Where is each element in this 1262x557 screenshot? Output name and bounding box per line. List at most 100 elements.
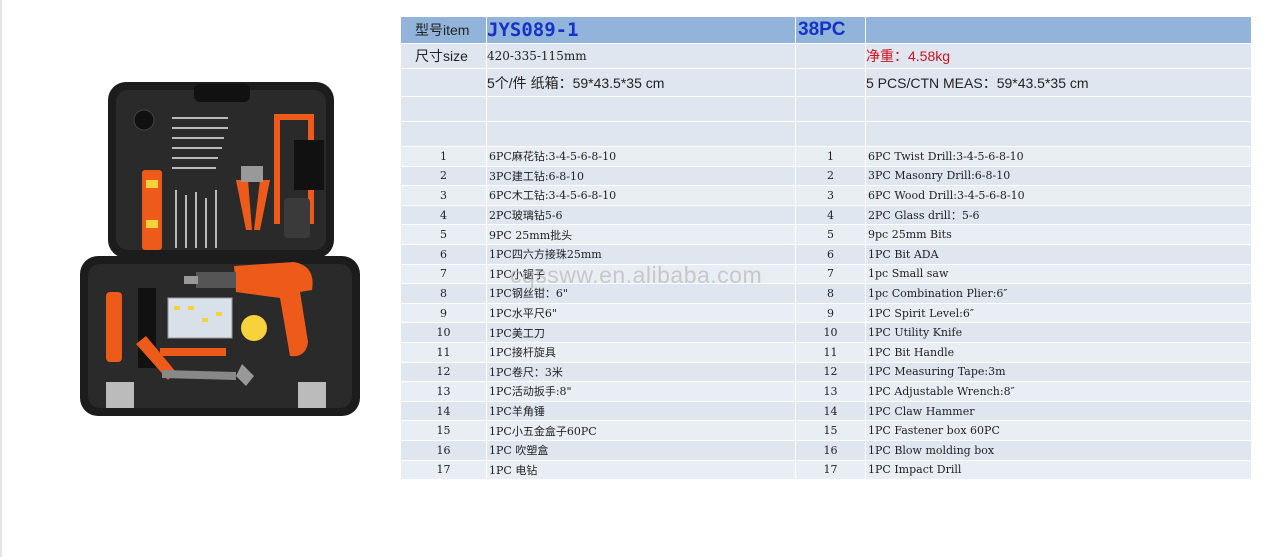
size-label: 尺寸size	[400, 43, 487, 69]
item-number-cn: 6	[400, 243, 487, 265]
item-number-en: 10	[795, 322, 866, 343]
item-number-cn: 15	[400, 420, 487, 441]
item-desc-en: 1PC Claw Hammer	[865, 400, 1252, 422]
item-label: 型号item	[400, 16, 487, 44]
item-desc-cn: 6PC木工钻:3-4-5-6-8-10	[486, 185, 796, 206]
item-desc-en: 1PC Bit ADA	[865, 243, 1252, 265]
item-desc-en: 6PC Wood Drill:3-4-5-6-8-10	[865, 185, 1252, 206]
item-number-en: 13	[795, 381, 866, 402]
item-desc-en: 3PC Masonry Drill:6-8-10	[865, 165, 1252, 187]
item-number-en: 7	[795, 263, 866, 285]
item-number-cn: 13	[400, 381, 487, 402]
item-number-en: 6	[795, 243, 866, 265]
item-desc-en: 1PC Impact Drill	[865, 459, 1252, 481]
table-row: 2 3PC建工钻:6-8-10 2 3PC Masonry Drill:6-8-10	[400, 165, 1252, 187]
item-number-cn: 11	[400, 341, 487, 363]
item-desc-cn: 3PC建工钻:6-8-10	[486, 165, 796, 187]
table-row: 15 1PC小五金盒子60PC 15 1PC Fastener box 60PC	[400, 420, 1252, 441]
item-desc-en: 1PC Blow molding box	[865, 439, 1252, 461]
packing-cn: 5个/件 纸箱：59*43.5*35 cm	[486, 68, 796, 97]
table-row: 12 1PC卷尺：3米 12 1PC Measuring Tape:3m	[400, 361, 1252, 383]
item-desc-cn: 1PC小五金盒子60PC	[486, 420, 796, 441]
packing-empty-cell-2	[795, 68, 866, 97]
item-desc-cn: 1PC水平尺6"	[486, 302, 796, 324]
item-number-cn: 1	[400, 146, 487, 167]
item-desc-en: 1PC Measuring Tape:3m	[865, 361, 1252, 383]
packing-empty-cell	[400, 68, 487, 97]
item-desc-en: 1PC Utility Knife	[865, 322, 1252, 343]
item-number-en: 1	[795, 146, 866, 167]
item-number-en: 9	[795, 302, 866, 324]
model-number: JYS089-1	[486, 16, 796, 44]
item-desc-cn: 1PC接杆旋具	[486, 341, 796, 363]
item-number-en: 4	[795, 204, 866, 226]
table-row: 4 2PC玻璃钻5-6 4 2PC Glass drill：5-6	[400, 204, 1252, 226]
item-desc-en: 1PC Fastener box 60PC	[865, 420, 1252, 441]
table-row: 10 1PC美工刀 10 1PC Utility Knife	[400, 322, 1252, 343]
piece-count: 38PC	[795, 16, 866, 44]
item-number-en: 16	[795, 439, 866, 461]
blank-row	[400, 96, 1252, 122]
item-number-cn: 10	[400, 322, 487, 343]
packing-row: 5个/件 纸箱：59*43.5*35 cm 5 PCS/CTN MEAS：59*…	[400, 68, 1252, 97]
spec-table: 型号item JYS089-1 38PC 尺寸size 420-335-115m…	[400, 16, 1252, 481]
table-row: 1 6PC麻花钻:3-4-5-6-8-10 1 6PC Twist Drill:3-4…	[400, 146, 1252, 167]
item-number-en: 14	[795, 400, 866, 422]
item-number-en: 17	[795, 459, 866, 481]
item-desc-cn: 1PC羊角锤	[486, 400, 796, 422]
item-number-en: 5	[795, 224, 866, 245]
item-desc-en: 6PC Twist Drill:3-4-5-6-8-10	[865, 146, 1252, 167]
header-row: 型号item JYS089-1 38PC	[400, 16, 1252, 44]
table-row: 16 1PC 吹塑盒 16 1PC Blow molding box	[400, 439, 1252, 461]
item-desc-cn: 1PC活动扳手:8"	[486, 381, 796, 402]
header-empty-cell	[865, 16, 1252, 44]
item-number-cn: 16	[400, 439, 487, 461]
item-number-en: 3	[795, 185, 866, 206]
item-number-cn: 9	[400, 302, 487, 324]
item-number-en: 8	[795, 283, 866, 304]
item-desc-en: 1PC Spirit Level:6″	[865, 302, 1252, 324]
item-number-en: 12	[795, 361, 866, 383]
size-value: 420-335-115mm	[486, 43, 796, 69]
item-desc-cn: 2PC玻璃钻5-6	[486, 204, 796, 226]
item-desc-cn: 1PC 吹塑盒	[486, 439, 796, 461]
item-desc-cn: 1PC美工刀	[486, 322, 796, 343]
table-row: 14 1PC羊角锤 14 1PC Claw Hammer	[400, 400, 1252, 422]
item-number-cn: 4	[400, 204, 487, 226]
items-list: 1 6PC麻花钻:3-4-5-6-8-10 1 6PC Twist Drill:3-4…	[400, 146, 1252, 481]
table-row: 3 6PC木工钻:3-4-5-6-8-10 3 6PC Wood Drill:3-4-…	[400, 185, 1252, 206]
left-border	[0, 0, 2, 557]
table-row: 9 1PC水平尺6" 9 1PC Spirit Level:6″	[400, 302, 1252, 324]
item-desc-cn: 9PC 25mm批头	[486, 224, 796, 245]
table-row: 13 1PC活动扳手:8" 13 1PC Adjustable Wrench:8″	[400, 381, 1252, 402]
item-number-cn: 14	[400, 400, 487, 422]
table-row: 5 9PC 25mm批头 5 9pc 25mm Bits	[400, 224, 1252, 245]
item-desc-en: 1PC Adjustable Wrench:8″	[865, 381, 1252, 402]
item-number-en: 2	[795, 165, 866, 187]
watermark: cqssww.en.alibaba.com	[510, 262, 763, 288]
item-desc-en: 9pc 25mm Bits	[865, 224, 1252, 245]
item-desc-en: 1pc Small saw	[865, 263, 1252, 285]
item-number-cn: 7	[400, 263, 487, 285]
item-number-cn: 12	[400, 361, 487, 383]
item-desc-en: 1pc Combination Plier:6″	[865, 283, 1252, 304]
item-desc-cn: 6PC麻花钻:3-4-5-6-8-10	[486, 146, 796, 167]
item-number-cn: 17	[400, 459, 487, 481]
table-row: 17 1PC 电钻 17 1PC Impact Drill	[400, 459, 1252, 481]
item-desc-en: 2PC Glass drill：5-6	[865, 204, 1252, 226]
item-number-cn: 5	[400, 224, 487, 245]
item-desc-cn: 1PC卷尺：3米	[486, 361, 796, 383]
size-row: 尺寸size 420-335-115mm 净重：4.58kg	[400, 43, 1252, 69]
table-row: 11 1PC接杆旋具 11 1PC Bit Handle	[400, 341, 1252, 363]
size-empty-cell	[795, 43, 866, 69]
packing-en: 5 PCS/CTN MEAS：59*43.5*35 cm	[865, 68, 1252, 97]
item-desc-cn: 1PC 电钻	[486, 459, 796, 481]
toolkit-image	[80, 82, 360, 416]
item-number-en: 11	[795, 341, 866, 363]
item-number-en: 15	[795, 420, 866, 441]
item-number-cn: 2	[400, 165, 487, 187]
item-desc-en: 1PC Bit Handle	[865, 341, 1252, 363]
net-weight: 净重：4.58kg	[865, 43, 1252, 69]
item-number-cn: 8	[400, 283, 487, 304]
blank-row	[400, 121, 1252, 147]
